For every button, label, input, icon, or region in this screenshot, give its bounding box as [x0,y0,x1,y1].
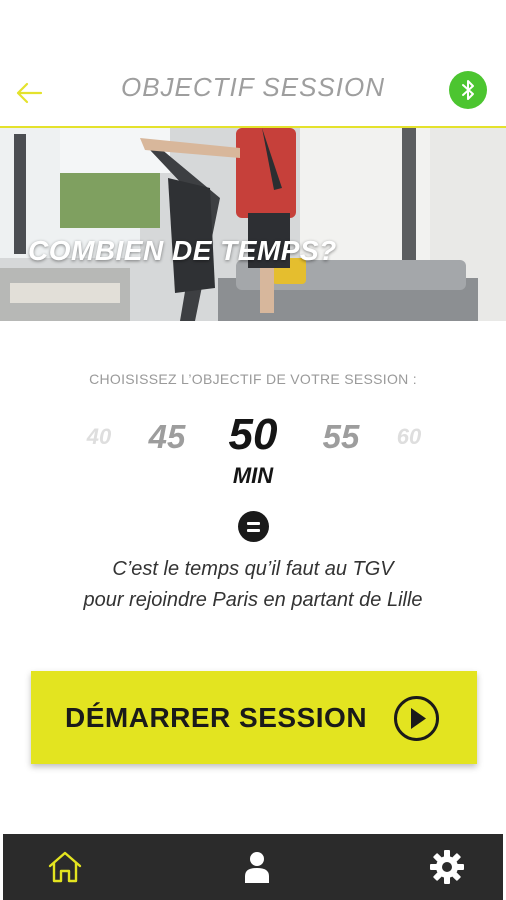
nav-profile-button[interactable] [221,834,293,900]
bluetooth-button[interactable] [449,71,487,109]
goal-instruction: CHOISISSEZ L’OBJECTIF DE VOTRE SESSION : [89,371,417,387]
start-session-button[interactable]: DÉMARRER SESSION [31,671,477,764]
equals-icon [238,511,269,542]
hero-caption: COMBIEN DE TEMPS? [28,235,337,266]
duration-option-45[interactable]: 45 [138,418,196,456]
top-app-bar: OBJECTIF SESSION [0,0,506,128]
duration-option-60[interactable]: 60 [382,424,436,450]
comparison-line-2: pour rejoindre Paris en partant de Lille [83,589,423,611]
gear-icon [430,850,464,884]
duration-option-55[interactable]: 55 [312,418,370,456]
home-icon [48,851,82,883]
duration-option-50-selected[interactable]: 50 [217,410,289,460]
user-icon [245,852,269,883]
start-session-label: DÉMARRER SESSION [65,702,368,733]
nav-settings-button[interactable] [411,834,483,900]
duration-option-40[interactable]: 40 [72,424,126,450]
duration-unit: MIN [232,463,274,488]
hero-image: COMBIEN DE TEMPS? [0,128,506,321]
duration-comparison: C’est le temps qu’il faut au TGV pour re… [20,554,486,616]
nav-home-button[interactable] [29,834,101,900]
page-title: OBJECTIF SESSION [120,72,385,102]
hero-photo [0,128,506,321]
comparison-line-1: C’est le temps qu’il faut au TGV [112,558,394,580]
bluetooth-icon [462,80,474,100]
play-circle-icon [394,696,439,741]
bottom-navigation [0,834,506,900]
